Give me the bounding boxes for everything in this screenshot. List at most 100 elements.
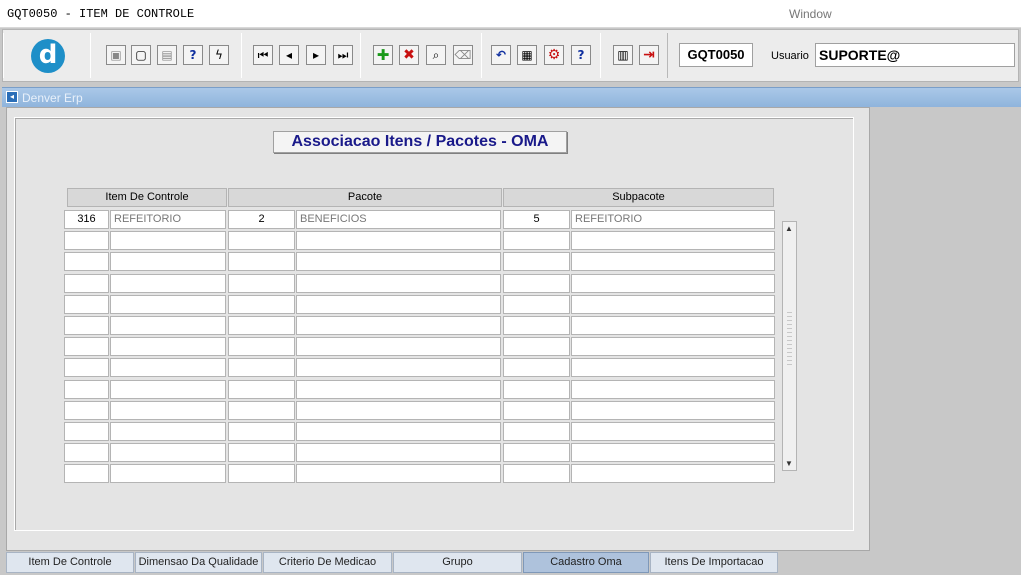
- pacote-desc-cell[interactable]: [296, 231, 501, 250]
- item-desc-cell[interactable]: [110, 443, 226, 462]
- last-record-icon[interactable]: ⏭: [333, 45, 353, 65]
- subpacote-desc-cell[interactable]: [571, 337, 775, 356]
- list-icon[interactable]: ▦: [517, 45, 537, 65]
- item-code-cell[interactable]: [64, 422, 109, 441]
- item-desc-cell[interactable]: [110, 380, 226, 399]
- subpacote-desc-cell[interactable]: [571, 295, 775, 314]
- subpacote-code-cell[interactable]: [503, 380, 570, 399]
- item-code-cell[interactable]: [64, 358, 109, 377]
- item-desc-cell[interactable]: [110, 464, 226, 483]
- pacote-code-cell[interactable]: [228, 274, 295, 293]
- subpacote-desc-cell[interactable]: [571, 401, 775, 420]
- pacote-code-cell[interactable]: [228, 422, 295, 441]
- item-code-cell[interactable]: 316: [64, 210, 109, 229]
- item-code-cell[interactable]: [64, 274, 109, 293]
- scroll-up-icon[interactable]: ▲: [785, 224, 793, 233]
- pacote-desc-cell[interactable]: [296, 358, 501, 377]
- subpacote-desc-cell[interactable]: [571, 316, 775, 335]
- tools-icon[interactable]: ⚙: [544, 45, 564, 65]
- subpacote-desc-cell[interactable]: [571, 422, 775, 441]
- item-code-cell[interactable]: [64, 252, 109, 271]
- pacote-desc-cell[interactable]: [296, 464, 501, 483]
- subpacote-code-cell[interactable]: [503, 231, 570, 250]
- subpacote-desc-cell[interactable]: [571, 443, 775, 462]
- subpacote-code-cell[interactable]: [503, 316, 570, 335]
- delete-record-icon[interactable]: ✖: [399, 45, 419, 65]
- item-code-cell[interactable]: [64, 295, 109, 314]
- tab-item-de-controle[interactable]: Item De Controle: [6, 552, 134, 573]
- subpacote-desc-cell[interactable]: [571, 274, 775, 293]
- first-record-icon[interactable]: ⏮: [253, 45, 273, 65]
- pacote-code-cell[interactable]: [228, 316, 295, 335]
- pacote-code-cell[interactable]: [228, 231, 295, 250]
- pacote-desc-cell[interactable]: [296, 252, 501, 271]
- subpacote-code-cell[interactable]: [503, 252, 570, 271]
- subpacote-desc-cell[interactable]: [571, 252, 775, 271]
- clear-icon[interactable]: ⌫: [453, 45, 473, 65]
- subpacote-code-cell[interactable]: [503, 464, 570, 483]
- search-record-icon[interactable]: ⌕: [426, 45, 446, 65]
- save-icon[interactable]: ▣: [106, 45, 126, 65]
- item-desc-cell[interactable]: [110, 274, 226, 293]
- item-desc-cell[interactable]: [110, 316, 226, 335]
- pacote-code-cell[interactable]: [228, 380, 295, 399]
- menu-icon[interactable]: ▥: [613, 45, 633, 65]
- tab-dimensao-da-qualidade[interactable]: Dimensao Da Qualidade: [135, 552, 262, 573]
- pacote-code-cell[interactable]: [228, 295, 295, 314]
- tab-itens-de-importacao[interactable]: Itens De Importacao: [650, 552, 778, 573]
- item-code-cell[interactable]: [64, 464, 109, 483]
- subpacote-desc-cell[interactable]: [571, 464, 775, 483]
- pacote-code-cell[interactable]: [228, 401, 295, 420]
- subpacote-code-cell[interactable]: [503, 358, 570, 377]
- subpacote-code-cell[interactable]: [503, 401, 570, 420]
- item-desc-cell[interactable]: [110, 337, 226, 356]
- pacote-desc-cell[interactable]: [296, 337, 501, 356]
- scroll-down-icon[interactable]: ▼: [785, 459, 793, 468]
- tab-cadastro-oma[interactable]: Cadastro Oma: [523, 552, 649, 573]
- pacote-desc-cell[interactable]: [296, 401, 501, 420]
- print-icon[interactable]: ▤: [157, 45, 177, 65]
- window-menu[interactable]: Window: [789, 7, 832, 21]
- subpacote-desc-cell[interactable]: [571, 231, 775, 250]
- pacote-code-cell[interactable]: [228, 252, 295, 271]
- item-desc-cell[interactable]: [110, 295, 226, 314]
- tab-criterio-de-medicao[interactable]: Criterio De Medicao: [263, 552, 392, 573]
- tab-grupo[interactable]: Grupo: [393, 552, 522, 573]
- next-record-icon[interactable]: ▸: [306, 45, 326, 65]
- pacote-desc-cell[interactable]: [296, 422, 501, 441]
- undo-icon[interactable]: ↶: [491, 45, 511, 65]
- pacote-desc-cell[interactable]: [296, 316, 501, 335]
- subpacote-code-cell[interactable]: [503, 274, 570, 293]
- subpacote-code-cell[interactable]: [503, 422, 570, 441]
- pacote-desc-cell[interactable]: [296, 443, 501, 462]
- pacote-desc-cell[interactable]: [296, 295, 501, 314]
- item-desc-cell[interactable]: REFEITORIO: [110, 210, 226, 229]
- subpacote-desc-cell[interactable]: REFEITORIO: [571, 210, 775, 229]
- pacote-code-cell[interactable]: 2: [228, 210, 295, 229]
- grid-scrollbar[interactable]: ▲ ▼: [782, 221, 797, 471]
- item-desc-cell[interactable]: [110, 401, 226, 420]
- item-desc-cell[interactable]: [110, 358, 226, 377]
- subpacote-code-cell[interactable]: [503, 295, 570, 314]
- pacote-code-cell[interactable]: [228, 464, 295, 483]
- pacote-desc-cell[interactable]: [296, 380, 501, 399]
- subpacote-code-cell[interactable]: 5: [503, 210, 570, 229]
- previous-record-icon[interactable]: ◂: [279, 45, 299, 65]
- pacote-code-cell[interactable]: [228, 443, 295, 462]
- item-desc-cell[interactable]: [110, 231, 226, 250]
- item-code-cell[interactable]: [64, 231, 109, 250]
- pacote-desc-cell[interactable]: BENEFICIOS: [296, 210, 501, 229]
- subpacote-code-cell[interactable]: [503, 443, 570, 462]
- item-desc-cell[interactable]: [110, 422, 226, 441]
- item-code-cell[interactable]: [64, 401, 109, 420]
- item-code-cell[interactable]: [64, 337, 109, 356]
- user-field[interactable]: SUPORTE@: [815, 43, 1015, 67]
- item-code-cell[interactable]: [64, 443, 109, 462]
- scroll-grip-icon[interactable]: [787, 312, 792, 367]
- item-desc-cell[interactable]: [110, 252, 226, 271]
- subpacote-desc-cell[interactable]: [571, 358, 775, 377]
- exit-icon[interactable]: ⇥: [639, 45, 659, 65]
- item-code-cell[interactable]: [64, 380, 109, 399]
- item-code-cell[interactable]: [64, 316, 109, 335]
- subpacote-desc-cell[interactable]: [571, 380, 775, 399]
